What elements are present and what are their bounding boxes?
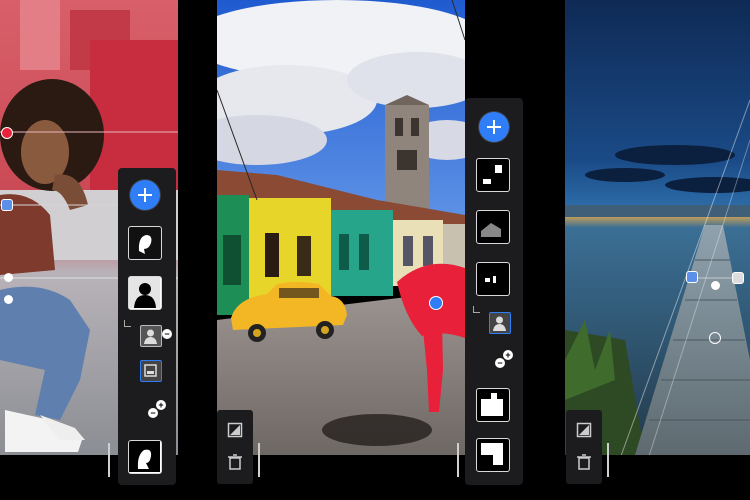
panel-edge-line [607,443,609,477]
person-icon [493,316,506,331]
gradient-handle-white[interactable] [711,281,720,290]
mask-icon [481,443,503,465]
mask-thumbnail[interactable] [128,276,162,310]
mask-icon [485,276,496,283]
trash-icon[interactable] [227,454,243,470]
mask-icon [481,223,501,237]
gradient-handle-center[interactable] [709,332,721,344]
subtract-button[interactable]: − [162,329,180,347]
mask-overlay-icon[interactable] [227,422,243,438]
person-icon [129,441,160,472]
add-mask-button[interactable] [130,180,160,210]
panel-edge-line [108,443,110,477]
mask-thumbnail[interactable] [476,262,510,296]
mask-handle-square[interactable] [1,199,13,211]
mask-thumbnail[interactable] [128,440,162,474]
street-photo [217,0,465,455]
mask-icon [483,165,502,184]
branch-indicator [473,306,480,313]
mask-thumbnail[interactable] [476,388,510,422]
panel-edge-line [258,443,260,477]
trash-icon[interactable] [576,454,592,470]
brush-submask-thumbnail[interactable] [140,360,162,382]
branch-indicator [124,320,131,327]
panel-edge-line [457,443,459,477]
mask-thumbnail[interactable] [476,158,510,192]
person-icon [144,329,157,344]
gradient-handle-left[interactable] [686,271,698,283]
mask-thumbnail[interactable] [128,226,162,260]
mask-icon [144,364,157,377]
masks-panel-left: − − + [118,168,176,485]
person-icon [129,277,160,308]
tool-panel-middle [217,410,253,484]
gradient-handle-right[interactable] [732,272,744,284]
mask-handle-white-2[interactable] [4,295,13,304]
add-subtract-button[interactable]: − + [148,400,166,418]
subject-submask-thumbnail[interactable] [140,325,162,347]
street-screen [217,0,465,455]
mask-handle-red[interactable] [1,127,13,139]
mask-overlay-icon[interactable] [576,422,592,438]
mask-icon [481,393,503,416]
pier-screen [565,0,750,455]
mask-thumbnail[interactable] [476,438,510,472]
masks-panel-right: − + [465,98,523,485]
mask-icon [138,235,152,254]
subject-submask-thumbnail[interactable] [489,312,511,334]
add-mask-button[interactable] [479,112,509,142]
mask-handle-white-1[interactable] [4,273,13,282]
subject-marker[interactable] [429,296,443,310]
pier-photo [565,0,750,455]
add-subtract-button[interactable]: − + [495,350,513,368]
tool-panel-right [566,410,602,484]
mask-thumbnail[interactable] [476,210,510,244]
